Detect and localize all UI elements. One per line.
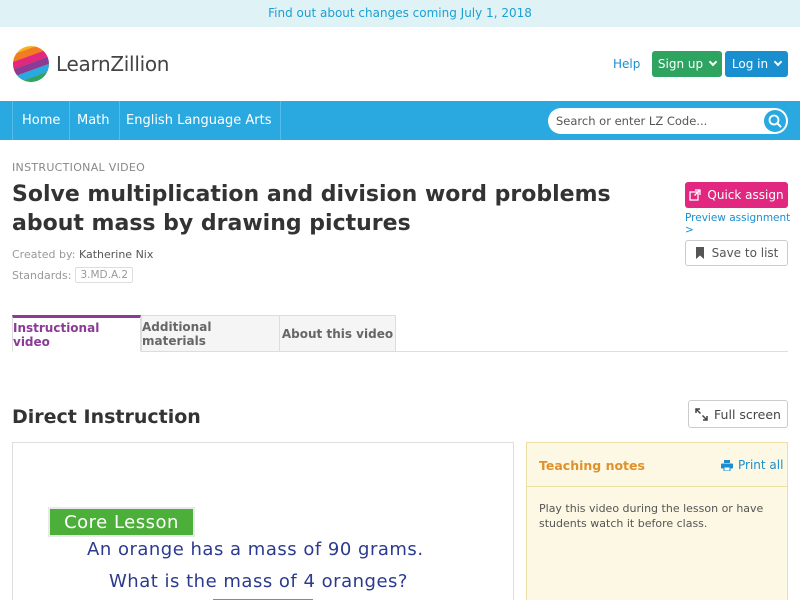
section-title: Direct Instruction <box>12 406 201 428</box>
quick-assign-button[interactable]: Quick assign <box>685 182 788 208</box>
print-all-link[interactable]: Print all <box>721 458 783 472</box>
search-icon <box>768 114 782 128</box>
logo[interactable]: LearnZillion <box>12 45 169 83</box>
author-name: Katherine Nix <box>78 248 154 261</box>
core-lesson-badge: Core Lesson <box>48 507 195 537</box>
share-icon <box>689 189 702 201</box>
tab-about-this-video[interactable]: About this video <box>279 315 396 352</box>
announcement-banner[interactable]: Find out about changes coming July 1, 20… <box>0 0 800 27</box>
printer-icon <box>721 459 733 471</box>
search-button[interactable] <box>764 110 786 132</box>
login-label: Log in <box>731 57 769 71</box>
video-text-line: What is the mass of 4 oranges? <box>109 571 408 592</box>
search-input[interactable] <box>556 112 756 130</box>
main-nav: Home Math English Language Arts <box>0 101 800 140</box>
chevron-down-icon <box>773 57 783 67</box>
preview-assignment-link[interactable]: Preview assignment > <box>685 212 800 236</box>
help-link[interactable]: Help <box>613 57 640 71</box>
search-box <box>548 108 788 134</box>
logo-icon <box>13 46 49 82</box>
quick-assign-label: Quick assign <box>707 188 784 202</box>
content-type-label: INSTRUCTIONAL VIDEO <box>12 161 146 174</box>
chevron-down-icon <box>708 57 718 67</box>
teaching-notes-header: Teaching notes Print all <box>527 443 787 487</box>
nav-item-home[interactable]: Home <box>12 101 71 140</box>
standards-label: Standards: <box>12 268 72 282</box>
save-to-list-button[interactable]: Save to list <box>685 240 788 266</box>
bookmark-icon <box>695 247 704 259</box>
site-header: LearnZillion Help Sign up Log in <box>0 27 800 101</box>
standard-badge[interactable]: 3.MD.A.2 <box>75 267 134 283</box>
print-all-label: Print all <box>738 458 784 472</box>
save-label: Save to list <box>711 246 779 260</box>
tab-additional-materials[interactable]: Additional materials <box>141 315 280 352</box>
created-label: Created by: <box>12 248 76 261</box>
announcement-text[interactable]: Find out about changes coming July 1, 20… <box>268 6 532 20</box>
video-player[interactable]: Core Lesson An orange has a mass of 90 g… <box>12 442 514 600</box>
teaching-notes-panel: Teaching notes Print all Play this video… <box>526 442 788 600</box>
tab-instructional-video[interactable]: Instructional video <box>12 315 141 352</box>
signup-button[interactable]: Sign up <box>652 51 722 77</box>
signup-label: Sign up <box>657 57 704 71</box>
logo-text: LearnZillion <box>56 52 170 76</box>
created-by: Created by: Katherine Nix <box>12 248 153 261</box>
nav-item-english-language-arts[interactable]: English Language Arts <box>117 101 282 140</box>
fullscreen-label: Full screen <box>714 406 781 422</box>
page-title: Solve multiplication and division word p… <box>12 182 611 236</box>
login-button[interactable]: Log in <box>725 51 788 77</box>
fullscreen-button[interactable]: Full screen <box>688 400 788 428</box>
teaching-notes-title: Teaching notes <box>539 458 645 473</box>
expand-icon <box>695 407 708 421</box>
nav-item-math[interactable]: Math <box>68 101 120 140</box>
standards: Standards: 3.MD.A.2 <box>12 267 134 283</box>
teaching-notes-text: Play this video during the lesson or hav… <box>539 502 764 530</box>
video-text-line: An orange has a mass of 90 grams. <box>87 539 424 560</box>
